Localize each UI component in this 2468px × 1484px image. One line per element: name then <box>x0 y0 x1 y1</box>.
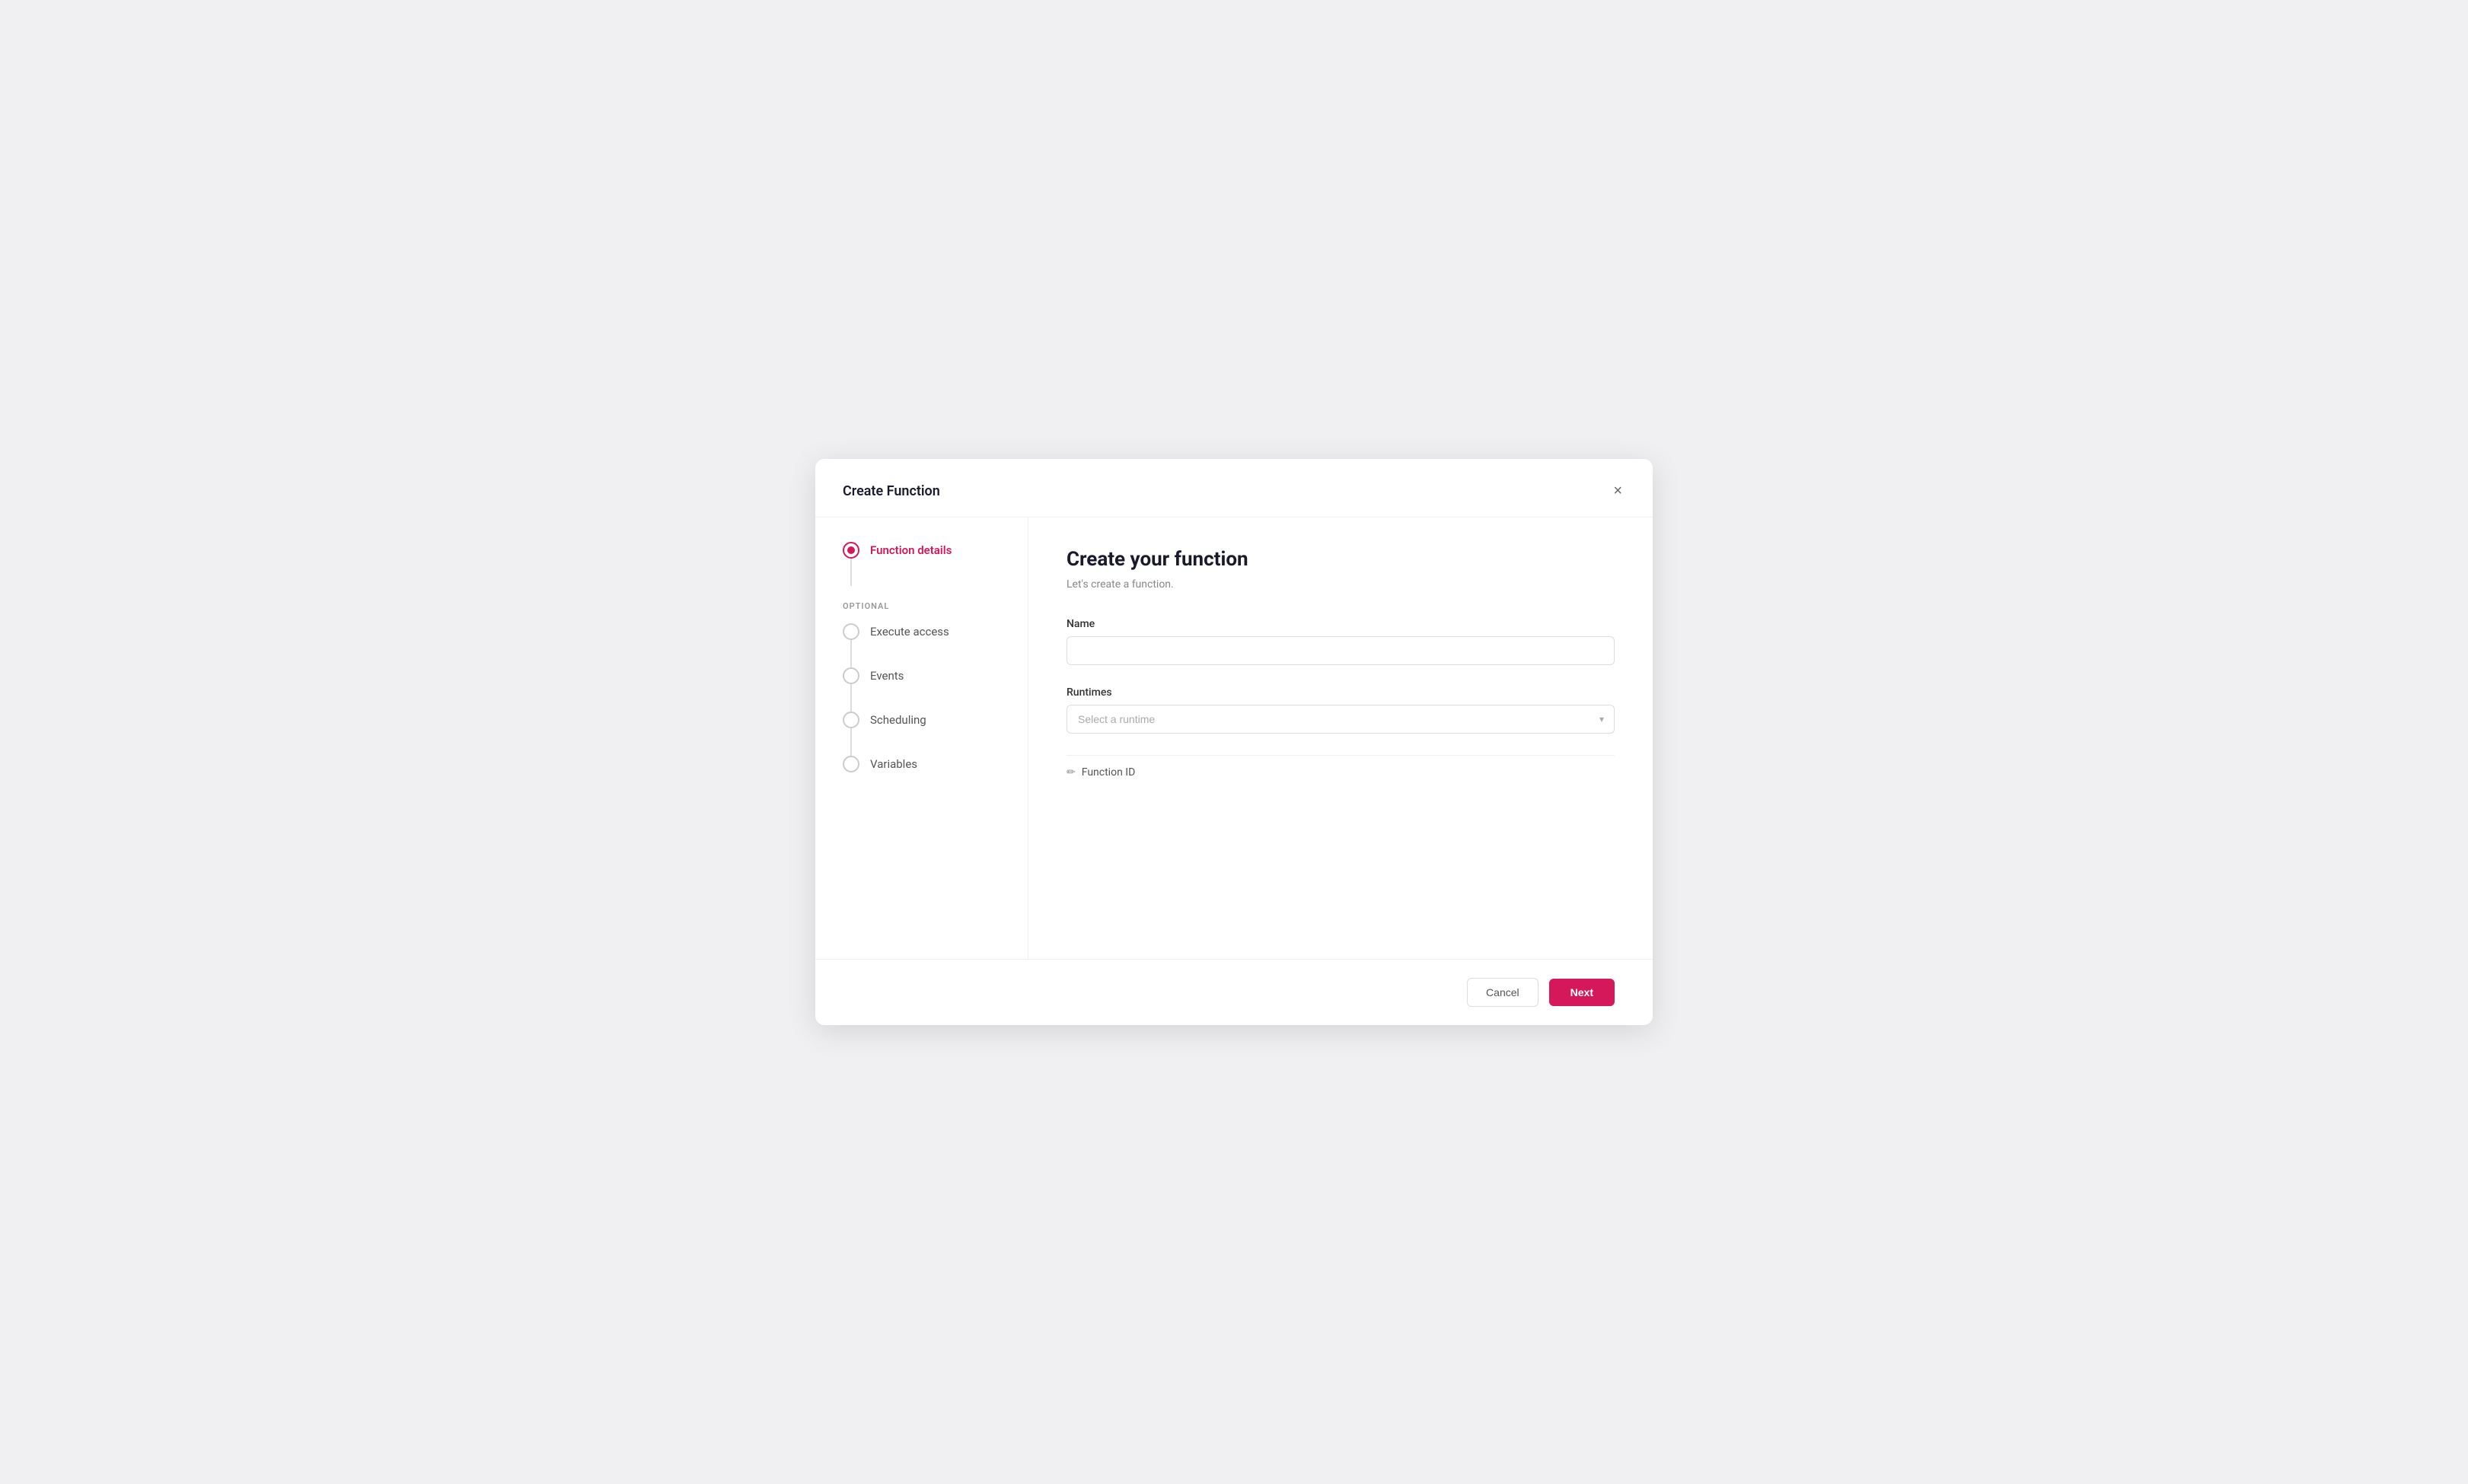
main-content: Create your function Let's create a func… <box>1028 517 1653 959</box>
step-connector-3 <box>850 684 852 712</box>
step-label-execute: Execute access <box>870 625 949 639</box>
pencil-icon: ✏ <box>1067 766 1076 779</box>
runtimes-select[interactable]: Select a runtime <box>1067 705 1615 734</box>
step-label-events: Events <box>870 669 904 683</box>
step-connector-1 <box>850 559 852 586</box>
modal-body: Function details OPTIONAL Execute access… <box>815 517 1653 959</box>
name-label: Name <box>1067 618 1615 630</box>
modal-title: Create Function <box>843 483 940 499</box>
runtimes-select-wrapper: Select a runtime ▾ <box>1067 705 1615 734</box>
name-field-group: Name <box>1067 618 1615 665</box>
cancel-button[interactable]: Cancel <box>1467 978 1539 1007</box>
create-function-modal: Create Function × Function details OPTIO… <box>815 459 1653 1025</box>
step-indicator-execute <box>843 623 859 640</box>
modal-header: Create Function × <box>815 459 1653 517</box>
modal-footer: Cancel Next <box>815 959 1653 1025</box>
function-id-label: Function ID <box>1082 766 1136 779</box>
sidebar: Function details OPTIONAL Execute access… <box>815 517 1028 959</box>
step-label-variables: Variables <box>870 757 917 771</box>
step-indicator-events <box>843 667 859 684</box>
sidebar-item-variables[interactable]: Variables <box>843 756 1000 772</box>
function-id-row[interactable]: ✏ Function ID <box>1067 755 1615 789</box>
name-input[interactable] <box>1067 636 1615 665</box>
runtimes-field-group: Runtimes Select a runtime ▾ <box>1067 686 1615 734</box>
step-indicator-variables <box>843 756 859 772</box>
step-connector-4 <box>850 728 852 756</box>
optional-label: OPTIONAL <box>843 601 1000 611</box>
form-title: Create your function <box>1067 548 1615 571</box>
form-subtitle: Let's create a function. <box>1067 578 1615 591</box>
sidebar-item-execute-access[interactable]: Execute access <box>843 623 1000 640</box>
close-button[interactable]: × <box>1610 480 1625 502</box>
step-label-scheduling: Scheduling <box>870 713 926 727</box>
page-backdrop: Create Function × Function details OPTIO… <box>0 0 2468 1484</box>
active-step-label: Function details <box>870 543 952 557</box>
sidebar-item-events[interactable]: Events <box>843 667 1000 684</box>
runtimes-label: Runtimes <box>1067 686 1615 699</box>
sidebar-item-function-details[interactable]: Function details <box>843 542 1000 559</box>
step-connector-2 <box>850 640 852 667</box>
step-indicator-scheduling <box>843 712 859 728</box>
active-step-indicator <box>843 542 859 559</box>
sidebar-item-scheduling[interactable]: Scheduling <box>843 712 1000 728</box>
next-button[interactable]: Next <box>1549 979 1615 1006</box>
